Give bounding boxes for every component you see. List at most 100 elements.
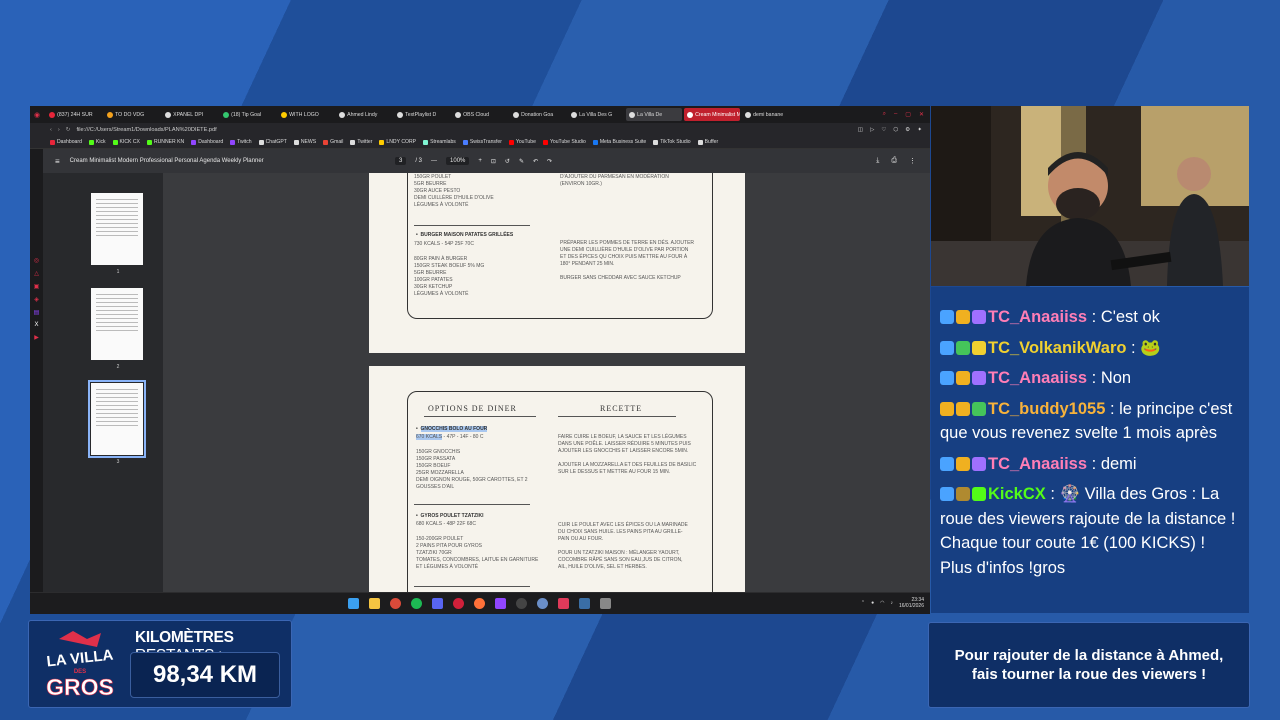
spotify-icon[interactable] <box>411 598 422 609</box>
close-icon[interactable]: ✕ <box>919 111 924 118</box>
minimize-icon[interactable]: – <box>894 111 897 118</box>
twitch-app-icon[interactable] <box>495 598 506 609</box>
browser-tab[interactable]: TO DO VDG <box>104 108 160 121</box>
rotate-icon[interactable]: ↺ <box>505 158 510 165</box>
sidebar-icon-1[interactable]: ◎ <box>34 257 39 264</box>
bookmark-item[interactable]: SwissTransfer <box>461 139 504 145</box>
opera-icon[interactable] <box>453 598 464 609</box>
ai-icon[interactable]: ✦ <box>917 127 922 133</box>
reload-icon[interactable]: ↻ <box>66 127 71 133</box>
play-icon[interactable]: ▷ <box>870 127 874 133</box>
webcam-feed <box>931 106 1249 286</box>
browser-tab[interactable]: Ahmed Lindy <box>336 108 392 121</box>
bookmark-item[interactable]: RUNNER KN <box>145 139 186 145</box>
undo-icon[interactable]: ↶ <box>533 158 538 165</box>
browser-tab[interactable]: (18) Tip Goal <box>220 108 276 121</box>
zoom-out-icon[interactable]: — <box>431 158 437 164</box>
chat-username[interactable]: KickCX <box>988 485 1046 503</box>
discord-icon[interactable] <box>432 598 443 609</box>
browser-tab[interactable]: (837) 24H SUR <box>46 108 102 121</box>
bookmark-item[interactable]: Twitter <box>348 139 374 145</box>
steam-icon[interactable] <box>579 598 590 609</box>
explorer-icon[interactable] <box>369 598 380 609</box>
bookmark-icon <box>423 139 429 145</box>
search-icon[interactable]: ⌕ <box>883 111 886 118</box>
browser-tab[interactable]: OBS Cloud <box>452 108 508 121</box>
zoom-in-icon[interactable]: + <box>478 158 482 164</box>
bookmark-item[interactable]: NEWS <box>292 139 318 145</box>
bookmark-item[interactable]: YouTube <box>507 139 538 145</box>
forward-icon[interactable]: › <box>58 127 60 133</box>
bookmark-item[interactable]: Meta Business Suite <box>591 139 648 145</box>
chrome-icon[interactable] <box>390 598 401 609</box>
youtube-icon[interactable]: ▶ <box>34 334 39 341</box>
browser-tab[interactable]: TextPlaylist D <box>394 108 450 121</box>
browser-tab[interactable]: Donation Goa <box>510 108 566 121</box>
clock[interactable]: 23:34 16/01/2026 <box>899 597 924 609</box>
bookmark-item[interactable]: YouTube Studio <box>541 139 588 145</box>
wifi-icon[interactable]: ◠ <box>880 600 884 606</box>
settings-icon[interactable]: ⚙ <box>905 127 910 133</box>
chat-username[interactable]: TC_Anaaiiss <box>988 308 1087 326</box>
bookmark-item[interactable]: KICK CX <box>111 139 142 145</box>
bookmark-item[interactable]: ChatGPT <box>257 139 289 145</box>
bookmark-item[interactable]: Kick <box>87 139 108 145</box>
sidebar-icon-4[interactable]: ◈ <box>34 296 39 303</box>
bookmark-item[interactable]: TikTok Studio <box>651 139 692 145</box>
bookmark-item[interactable]: Twitch <box>228 139 253 145</box>
tab-label: Ahmed Lindy <box>347 111 378 118</box>
extension-icon[interactable]: ⬡ <box>893 127 898 133</box>
sidebar-icon-2[interactable]: △ <box>34 270 39 277</box>
page-thumbnail-2[interactable] <box>91 288 143 360</box>
print-icon[interactable]: ⎙ <box>891 157 897 165</box>
draw-icon[interactable]: ✎ <box>519 158 524 165</box>
page-thumbnail-3[interactable] <box>88 380 146 458</box>
x-icon[interactable]: X <box>34 322 38 328</box>
browser-tab[interactable]: demi banane <box>742 108 798 121</box>
chat-username[interactable]: TC_buddy1055 <box>988 400 1105 418</box>
tray-icon[interactable]: ● <box>871 600 874 606</box>
volume-icon[interactable]: ♪ <box>890 600 893 606</box>
download-icon[interactable]: ⤓ <box>876 157 879 165</box>
browser-tab[interactable]: Cream Minimalist Mode <box>684 108 741 121</box>
redo-icon[interactable]: ↷ <box>547 158 552 165</box>
browser-tab[interactable]: WITH LOGO <box>278 108 334 121</box>
url-field[interactable]: file:///C:/Users/Stream1/Downloads/PLAN%… <box>76 127 216 133</box>
back-icon[interactable]: ‹ <box>50 127 52 133</box>
recipe-text: PRÉPARER LES POMMES DE TERRE EN DÉS. AJO… <box>560 240 695 281</box>
game-icon[interactable] <box>600 598 611 609</box>
chat-username[interactable]: TC_Anaaiiss <box>988 369 1087 387</box>
bookmark-item[interactable]: Dashboard <box>48 139 84 145</box>
chat-badge-icon <box>956 340 970 355</box>
heart-icon[interactable]: ♡ <box>881 127 886 133</box>
page-thumbnail-1[interactable] <box>91 193 143 265</box>
menu-icon[interactable]: ≡ <box>55 157 60 166</box>
pdf-viewer[interactable]: 150GR POULET 5GR BEURRE 30GR AUCE PESTO … <box>163 173 930 600</box>
browser-tab[interactable]: La Villa De <box>626 108 683 121</box>
screenshot-icon[interactable]: ◫ <box>858 127 863 133</box>
bookmark-item[interactable]: Streamlabs <box>421 139 458 145</box>
start-icon[interactable] <box>348 598 359 609</box>
browser-tab[interactable]: XPANEL DPI <box>162 108 218 121</box>
bookmark-item[interactable]: Buffer <box>696 139 721 145</box>
maximize-icon[interactable]: ▢ <box>905 111 911 118</box>
fit-page-icon[interactable]: ⊡ <box>491 158 496 165</box>
map-pin-icon[interactable] <box>558 598 569 609</box>
chat-username[interactable]: TC_VolkanikWaro <box>988 339 1126 357</box>
firefox-icon[interactable] <box>474 598 485 609</box>
chat-username[interactable]: TC_Anaaiiss <box>988 455 1087 473</box>
obs-icon[interactable] <box>516 598 527 609</box>
bookmark-item[interactable]: LNDY CORP <box>377 139 418 145</box>
sidebar-icon-3[interactable]: ▣ <box>34 283 40 290</box>
app-icon[interactable] <box>537 598 548 609</box>
bookmark-item[interactable]: Dashboard <box>189 139 225 145</box>
browser-logo-icon[interactable]: ◉ <box>34 111 40 119</box>
tab-label: La Villa Des G <box>579 111 613 118</box>
tray-chevron-icon[interactable]: ⌃ <box>861 600 865 606</box>
zoom-input[interactable]: 100% <box>446 157 470 165</box>
bookmark-item[interactable]: Gmail <box>321 139 345 145</box>
page-number-input[interactable]: 3 <box>395 157 407 165</box>
twitch-icon[interactable]: ▤ <box>34 309 40 316</box>
browser-tab[interactable]: La Villa Des G <box>568 108 624 121</box>
more-icon[interactable]: ⋮ <box>909 157 916 165</box>
